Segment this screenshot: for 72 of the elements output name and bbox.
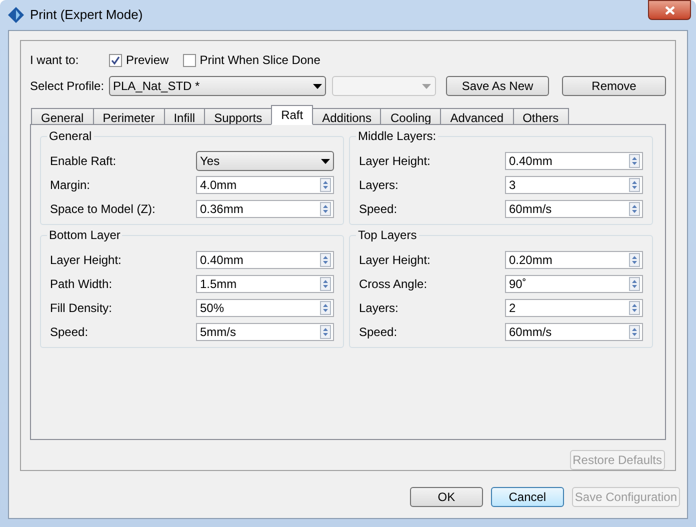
dialog-button[interactable]: Remove [562, 76, 666, 96]
profile-select[interactable]: PLA_Nat_STD * [109, 76, 326, 96]
spin-arrows-icon[interactable] [320, 202, 331, 216]
spin-arrows-icon[interactable] [320, 253, 331, 267]
spin-box[interactable]: 5mm/s [196, 323, 334, 341]
tab[interactable]: Raft [271, 105, 314, 125]
spin-arrows-icon[interactable] [629, 202, 640, 216]
spin-arrows-icon[interactable] [629, 277, 640, 291]
dialog-button[interactable]: OK [410, 487, 483, 507]
field-label: Layers: [359, 177, 398, 194]
field-label: Layer Height: [359, 153, 430, 170]
field-label: Speed: [359, 324, 398, 341]
field-label: Space to Model (Z): [50, 201, 156, 218]
checkbox[interactable] [182, 54, 196, 66]
spin-arrows-icon[interactable] [320, 301, 331, 315]
tab[interactable]: Supports [204, 108, 272, 125]
spin-arrows-icon[interactable] [320, 277, 331, 291]
app-logo-icon [8, 7, 24, 23]
spin-arrows-icon[interactable] [629, 178, 640, 192]
checkbox-label: Preview [126, 52, 169, 69]
close-button[interactable] [648, 0, 691, 20]
close-icon [664, 6, 674, 14]
spin-box[interactable]: 60mm/s [505, 200, 643, 218]
spin-arrows-icon[interactable] [629, 301, 640, 315]
field-label: Layer Height: [359, 252, 430, 269]
spin-arrows-icon[interactable] [629, 154, 640, 168]
spin-box[interactable]: 1.5mm [196, 275, 334, 293]
dialog-button[interactable]: Save As New [446, 76, 549, 96]
tab[interactable]: Additions [312, 108, 382, 125]
group-title: General [47, 129, 94, 143]
field-label: Cross Angle: [359, 276, 428, 293]
spin-box[interactable]: 4.0mm [196, 176, 334, 194]
spin-box[interactable]: 0.40mm [505, 152, 643, 170]
spin-arrows-icon[interactable] [320, 178, 331, 192]
field-label: Fill Density: [50, 300, 112, 317]
field-label: Layer Height: [50, 252, 122, 269]
tab[interactable]: Advanced [440, 108, 514, 125]
field-label: Layers: [359, 300, 398, 317]
dropdown-caret-icon [422, 84, 431, 88]
spin-box[interactable]: 0.36mm [196, 200, 334, 218]
spin-arrows-icon[interactable] [320, 325, 331, 339]
group-title: Middle Layers: [356, 129, 438, 143]
check-icon [111, 56, 120, 64]
checkbox-label: Print When Slice Done [200, 52, 320, 69]
window-title: Print (Expert Mode) [30, 6, 143, 24]
enable-raft-select[interactable]: Yes [196, 151, 334, 171]
dropdown-caret-icon [321, 158, 330, 164]
dropdown-caret-icon [313, 84, 322, 88]
spin-box[interactable]: 0.40mm [196, 251, 334, 269]
field-label: Path Width: [50, 276, 112, 293]
tab[interactable]: General [31, 108, 94, 125]
row-label: Select Profile: [30, 78, 103, 95]
field-label: Margin: [50, 177, 90, 194]
spin-box[interactable]: 3 [505, 176, 643, 194]
spin-box[interactable]: 50% [196, 299, 334, 317]
spin-box[interactable]: 2 [505, 299, 643, 317]
spin-arrows-icon[interactable] [629, 253, 640, 267]
spin-box[interactable]: 90˚ [505, 275, 643, 293]
spin-box[interactable]: 0.20mm [505, 251, 643, 269]
field-label: Enable Raft: [50, 153, 116, 170]
tab[interactable]: Others [512, 108, 569, 125]
tab[interactable]: Perimeter [92, 108, 165, 125]
spin-arrows-icon[interactable] [629, 325, 640, 339]
tab[interactable]: Cooling [380, 108, 442, 125]
field-label: Speed: [50, 324, 88, 341]
spin-box[interactable]: 60mm/s [505, 323, 643, 341]
group-title: Bottom Layer [47, 228, 122, 242]
dialog-button[interactable]: Cancel [490, 487, 564, 507]
row-label: I want to: [30, 52, 80, 69]
field-label: Speed: [359, 201, 398, 218]
checkbox[interactable] [109, 54, 122, 66]
group-title: Top Layers [356, 228, 419, 242]
